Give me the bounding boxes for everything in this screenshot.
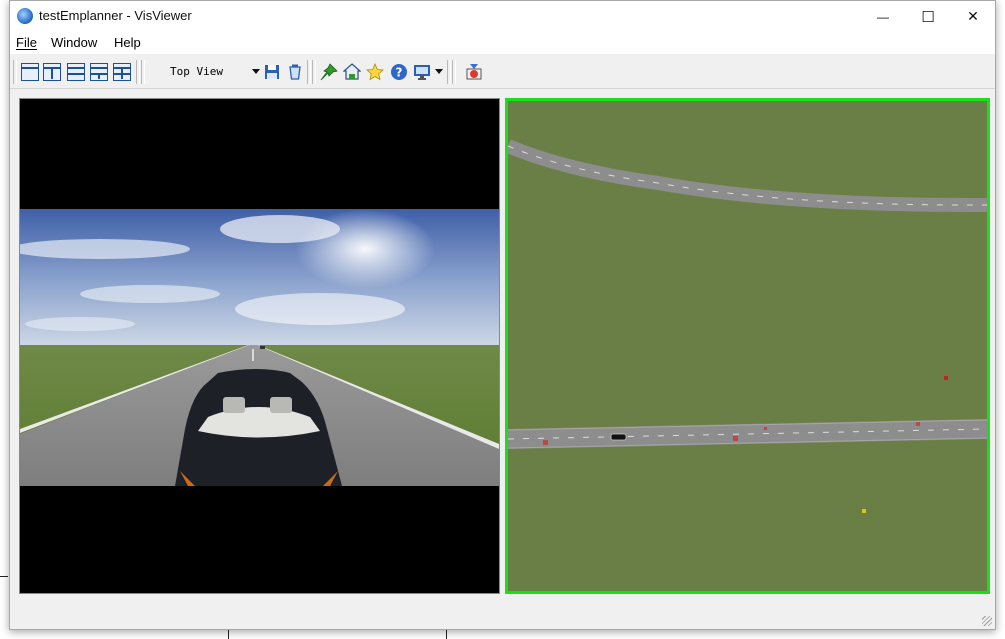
chevron-down-icon[interactable] [252,69,260,74]
app-window: testEmplanner - VisViewer — ☐ ✕ File Win… [9,0,996,630]
help-icon[interactable]: ? [390,63,408,81]
menu-bar: File Window Help [10,32,995,54]
svg-text:?: ? [396,66,403,80]
record-icon[interactable] [465,63,483,81]
menu-window[interactable]: Window [51,35,97,50]
map-marker [944,376,948,380]
monitor-icon[interactable] [413,63,431,81]
toolbar-separator [447,60,451,84]
map-marker [916,422,920,426]
title-bar[interactable]: testEmplanner - VisViewer — ☐ ✕ [10,1,995,32]
close-icon: ✕ [967,8,979,24]
minimize-icon: — [877,9,889,24]
toolbar-grip [452,60,456,84]
desktop-line [0,576,8,577]
map-marker [862,509,866,513]
camera-scene [20,99,499,593]
clear-icon[interactable] [286,63,304,81]
toolbar-grip [13,60,17,84]
desktop-line [446,630,447,639]
top-viewport[interactable] [505,98,990,594]
toolbar-grip [141,60,145,84]
top-view-scene [508,101,987,591]
maximize-button[interactable]: ☐ [905,1,951,32]
layout-two-columns-button[interactable] [43,63,61,81]
monitor-dropdown-icon[interactable] [435,69,443,74]
toolbar-separator [307,60,311,84]
menu-help[interactable]: Help [114,35,141,50]
status-bar [10,595,995,629]
home-icon[interactable] [343,63,361,81]
layout-two-rows-button[interactable] [67,63,85,81]
toolbar-grip [312,60,316,84]
menu-file[interactable]: File [16,35,37,50]
view-select-value: Top View [170,65,223,78]
layout-four-views-button[interactable] [113,63,131,81]
map-marker [764,427,767,430]
layout-three-views-button[interactable] [90,63,108,81]
toolbar-separator [136,60,140,84]
star-icon[interactable] [366,63,384,81]
pin-icon[interactable] [320,63,338,81]
close-button[interactable]: ✕ [950,1,996,32]
maximize-icon: ☐ [921,8,935,26]
app-globe-icon [17,8,33,24]
view-select[interactable]: Top View [170,65,265,81]
minimize-button[interactable]: — [860,1,906,32]
resize-grip-icon[interactable] [982,616,992,626]
camera-viewport[interactable] [19,98,500,594]
desktop-line [228,630,229,639]
window-title: testEmplanner - VisViewer [39,8,192,23]
save-icon[interactable] [263,63,281,81]
map-marker [543,440,548,445]
toolbar: Top View ? [10,55,995,89]
layout-single-view-button[interactable] [21,63,39,81]
map-marker [733,436,738,441]
map-vehicle [610,433,627,441]
